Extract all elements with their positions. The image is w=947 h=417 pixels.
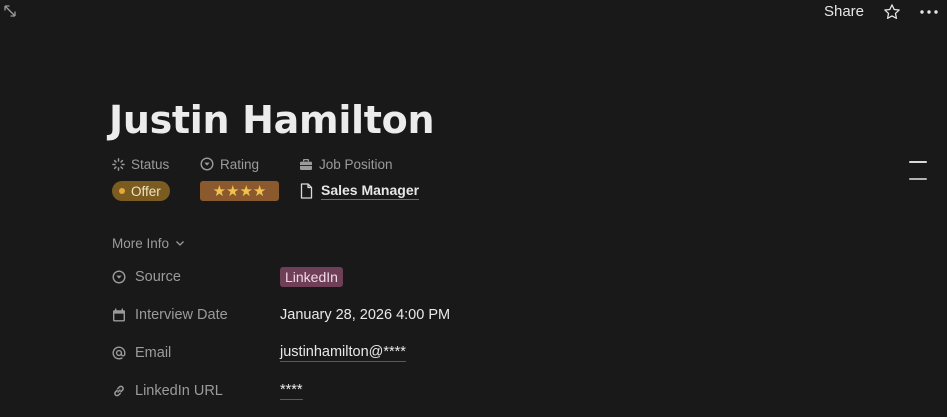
topbar-actions: Share <box>824 0 940 24</box>
share-button[interactable]: Share <box>824 0 864 24</box>
linkedin-url-label: LinkedIn URL <box>135 383 223 399</box>
interview-date-row: Interview Date January 28, 2026 4:00 PM <box>112 303 732 327</box>
briefcase-icon <box>300 158 312 170</box>
email-label: Email <box>135 345 172 361</box>
star-outline-icon[interactable] <box>882 2 902 22</box>
source-value[interactable]: LinkedIn <box>280 265 343 289</box>
rating-label: Rating <box>220 156 260 172</box>
rating-badge[interactable]: ★★★★ <box>200 181 279 201</box>
status-dot-icon <box>119 188 125 194</box>
expand-arrows-icon[interactable] <box>3 4 17 18</box>
source-row: Source LinkedIn <box>112 265 732 289</box>
job-position-link[interactable]: Sales Manager <box>300 181 420 201</box>
job-position-label: Job Position <box>319 156 393 172</box>
chevron-circle-icon <box>112 270 126 284</box>
status-spinner-icon <box>112 157 125 171</box>
interview-date-value[interactable]: January 28, 2026 4:00 PM <box>280 303 450 327</box>
source-tag: LinkedIn <box>280 267 343 287</box>
linkedin-url-link: **** <box>280 382 303 400</box>
rating-stars: ★★★★ <box>212 182 267 200</box>
rating-property-header[interactable]: Rating <box>200 155 259 173</box>
status-label: Status <box>131 156 170 172</box>
chevron-down-icon <box>176 241 184 246</box>
source-property[interactable]: Source <box>112 265 181 289</box>
outline-lines-icon[interactable] <box>909 161 927 181</box>
linkedin-url-value[interactable]: **** <box>280 379 303 403</box>
calendar-icon <box>113 308 125 322</box>
interview-date-label: Interview Date <box>135 307 228 323</box>
more-info-toggle[interactable]: More Info <box>112 234 185 252</box>
status-badge[interactable]: Offer <box>112 181 170 201</box>
ellipsis-icon[interactable] <box>918 2 940 22</box>
linkedin-url-property[interactable]: LinkedIn URL <box>112 379 223 403</box>
interview-date-text: January 28, 2026 4:00 PM <box>280 307 451 323</box>
source-label: Source <box>135 269 181 285</box>
page-title[interactable]: Justin Hamilton <box>109 94 435 146</box>
email-row: Email justinhamilton@**** <box>112 341 732 365</box>
job-position-property-header[interactable]: Job Position <box>299 155 393 173</box>
email-property[interactable]: Email <box>112 341 171 365</box>
link-icon <box>114 385 124 397</box>
job-position-value: Sales Manager <box>321 182 420 200</box>
linkedin-url-row: LinkedIn URL **** <box>112 379 732 403</box>
at-sign-icon <box>112 346 126 360</box>
page-icon <box>300 183 313 199</box>
email-link: justinhamilton@**** <box>280 344 406 362</box>
more-info-label: More Info <box>112 235 170 251</box>
email-value[interactable]: justinhamilton@**** <box>280 341 406 365</box>
status-value: Offer <box>131 183 161 199</box>
status-property-header[interactable]: Status <box>112 155 169 173</box>
chevron-circle-icon <box>200 157 214 171</box>
interview-date-property[interactable]: Interview Date <box>112 303 228 327</box>
